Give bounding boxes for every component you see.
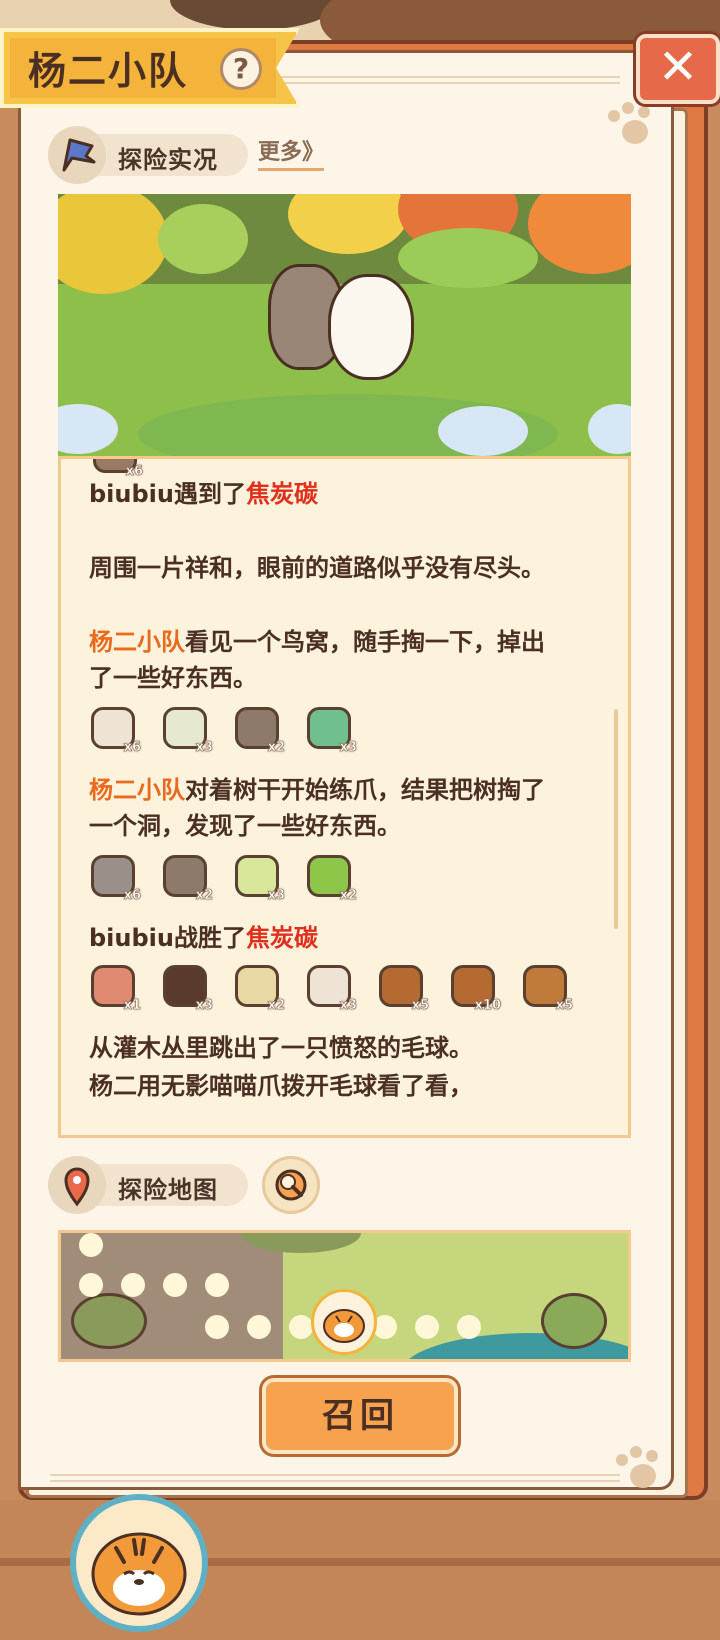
log-text: 周围一片祥和，眼前的道路似乎没有尽头。 [89,554,545,582]
log-icon[interactable]: x2 [159,853,213,903]
log-text: 看见一个鸟窝，随手掏一下，掉出 [185,628,545,656]
cloth-icon[interactable]: x3 [303,705,357,755]
log-icon[interactable]: x2 [231,705,285,755]
item-quantity: x3 [195,998,213,1014]
page-divider-bottom [50,1474,620,1482]
mushroom-box-icon[interactable]: x6 [87,705,141,755]
tiger-avatar[interactable] [70,1494,208,1632]
item-quantity: x3 [339,740,357,756]
map-node [205,1273,229,1297]
more-link[interactable]: 更多》 [258,134,325,171]
log-highlight: 焦炭碳 [245,924,318,952]
recall-button[interactable]: 召回 [262,1378,458,1454]
log-text: 一个洞，发现了一些好东西。 [89,812,401,840]
log-text: biubiu战胜了 [89,924,246,952]
item-quantity: x3 [195,740,213,756]
bear-icon[interactable]: x5 [375,963,429,1013]
map-node [247,1315,271,1339]
exploration-log[interactable]: x6 biubiu遇到了焦炭碳 周围一片祥和，眼前的道路似乎没有尽头。 杨二小队看见… [58,456,631,1138]
map-node [121,1273,145,1297]
meat-icon[interactable]: x1 [87,963,141,1013]
cabbage-icon[interactable]: x3 [231,853,285,903]
log-highlight: 杨二小队 [89,628,185,656]
location-pin-icon [48,1156,106,1214]
log-entry: 杨二小队看见一个鸟窝，随手掏一下，掉出 [89,623,545,661]
recall-button-label: 召回 [322,1396,398,1436]
map-node [79,1233,103,1257]
item-quantity: x3 [339,998,357,1014]
log-highlight: 杨二小队 [89,776,185,804]
magnifier-icon[interactable] [262,1156,320,1214]
exploration-scene [58,194,631,456]
monkey-icon[interactable]: x5 [519,963,573,1013]
log-entry: biubiu遇到了焦炭碳 [89,475,318,513]
log-entry: biubiu战胜了焦炭碳 [89,919,318,957]
log-highlight: 焦炭碳 [245,480,318,508]
log-entry: 周围一片祥和，眼前的道路似乎没有尽头。 [89,549,545,587]
log-entry: 从灌木丛里跳出了一只愤怒的毛球。 [89,1029,473,1067]
cow-icon[interactable]: x10 [447,963,501,1013]
page-title: 杨二小队 [28,49,189,93]
map-node [289,1315,313,1339]
item-quantity: x6 [123,740,141,756]
log-scrollbar[interactable] [614,709,618,929]
rock-icon[interactable]: x6 [87,853,141,903]
log-text: 对着树干开始练爪，结果把树掏了 [185,776,545,804]
leaf-icon[interactable]: x2 [303,853,357,903]
tiger-icon [91,1532,187,1616]
item-quantity: x1 [123,998,141,1014]
close-button[interactable]: ✕ [636,34,720,104]
flag-icon [48,126,106,184]
item-quantity: x2 [267,740,285,756]
map-node [205,1315,229,1339]
help-button[interactable]: ? [220,48,262,90]
log-text: 杨二用无影喵喵爪拨开毛球看了看， [89,1072,473,1100]
item-quantity: x6 [123,888,141,904]
map-node [163,1273,187,1297]
jar-icon[interactable]: x3 [159,963,213,1013]
tiger-marker-icon [311,1289,377,1355]
item-quantity: x2 [195,888,213,904]
log-entry: 杨二小队对着树干开始练爪，结果把树掏了 [89,771,545,809]
map-node [79,1273,103,1297]
item-quantity: x5 [555,998,573,1014]
paw-print-icon [604,102,664,152]
paper-stack-icon[interactable]: x3 [159,705,213,755]
mushroom-box-icon[interactable]: x3 [303,963,357,1013]
item-quantity: x10 [474,998,501,1014]
live-section-label: 探险实况 [118,146,218,174]
log-entry: 杨二用无影喵喵爪拨开毛球看了看， [89,1067,473,1105]
item-quantity: x5 [411,998,429,1014]
item-quantity: x3 [267,888,285,904]
log-text: biubiu遇到了 [89,480,246,508]
item-quantity: x2 [267,998,285,1014]
yarn-icon[interactable]: x2 [231,963,285,1013]
exploration-map[interactable] [58,1230,631,1362]
map-section-label: 探险地图 [118,1176,218,1204]
log-text: 了一些好东西。 [89,664,257,692]
log-text: 从灌木丛里跳出了一只愤怒的毛球。 [89,1034,473,1062]
log-entry: 了一些好东西。 [89,659,257,697]
log-entry: 一个洞，发现了一些好东西。 [89,807,401,845]
item-quantity: x2 [339,888,357,904]
paw-print-icon [612,1446,672,1496]
map-node [415,1315,439,1339]
map-node [457,1315,481,1339]
